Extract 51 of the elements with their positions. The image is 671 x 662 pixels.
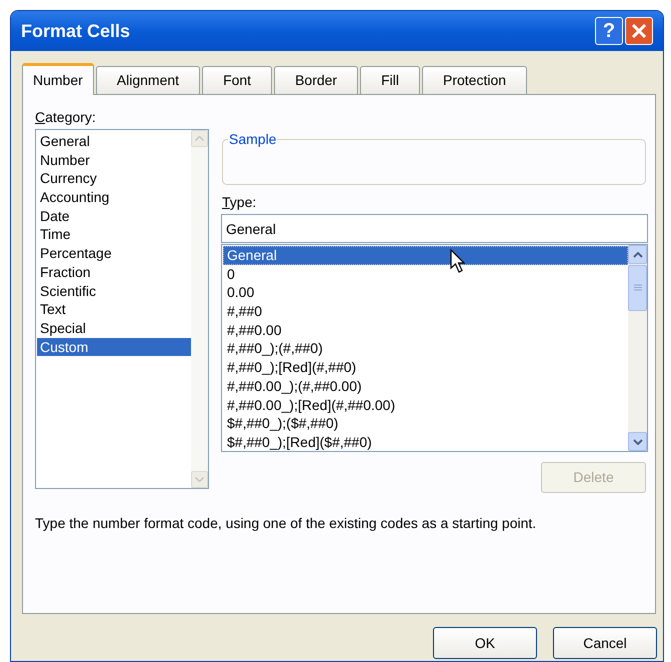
mouse-cursor-icon (450, 249, 466, 274)
tab[interactable]: Fill (360, 66, 420, 94)
scroll-up-button[interactable] (628, 245, 647, 264)
tab[interactable]: Number (22, 63, 94, 95)
type-field[interactable]: General (221, 214, 648, 243)
format-item[interactable]: #,##0_);(#,##0) (223, 339, 628, 358)
close-icon (631, 23, 647, 39)
format-item[interactable]: General (223, 246, 628, 265)
dialog-button[interactable]: OK (433, 627, 537, 659)
grip-icon (634, 284, 642, 292)
type-label: Type: (222, 193, 256, 212)
category-item[interactable]: Accounting (37, 188, 191, 207)
tab[interactable]: Protection (422, 66, 528, 94)
category-item[interactable]: Time (37, 225, 191, 244)
caret-up-icon (632, 252, 642, 258)
category-item[interactable]: Text (37, 300, 191, 319)
format-item[interactable]: 0.00 (223, 283, 628, 302)
tab[interactable]: Alignment (96, 66, 200, 94)
window-title: Format Cells (21, 20, 132, 42)
format-item[interactable]: #,##0.00_);(#,##0.00) (223, 376, 628, 396)
category-list[interactable]: General Number Currency Accounting Date Time Percentage Fraction Scientific Text Special Custom (35, 129, 209, 489)
help-button[interactable]: ? (595, 17, 623, 45)
category-item[interactable]: Percentage (37, 244, 191, 263)
category-label: Category: (35, 108, 96, 127)
caret-down-icon (632, 438, 642, 444)
tab[interactable]: Border (274, 66, 358, 94)
scroll-thumb[interactable] (628, 265, 647, 311)
category-item[interactable]: Date (37, 206, 191, 226)
category-item[interactable]: Currency (37, 169, 191, 188)
category-item[interactable]: General (37, 132, 191, 151)
format-item[interactable]: 0 (223, 264, 628, 284)
format-item[interactable]: #,##0_);[Red](#,##0) (223, 358, 628, 377)
dialog-button[interactable]: Cancel (553, 627, 657, 659)
category-item[interactable]: Custom (37, 338, 191, 356)
format-item[interactable]: #,##0.00 (223, 320, 628, 340)
tab[interactable]: Font (202, 66, 272, 94)
scroll-down-button[interactable] (628, 432, 647, 451)
format-item[interactable]: #,##0 (223, 302, 628, 321)
format-item[interactable]: $#,##0_);($#,##0) (223, 414, 628, 433)
format-list[interactable]: General 0 0.00 #,##0 #,##0.00 #,##0_);(#,##0) #,##0_);[Red](#,##0) #,##0.00_);(#,##0.00) #,##0.00_);[Red](#,##0.00) $#,##0_);($#,##0) $#,##0_);[Red]($#,##0) (221, 244, 648, 452)
category-item[interactable]: Special (37, 318, 191, 338)
caret-down-icon (195, 477, 204, 482)
category-item[interactable]: Number (37, 150, 191, 170)
sample-label: Sample (228, 131, 278, 147)
format-item[interactable]: #,##0.00_);[Red](#,##0.00) (223, 396, 628, 414)
category-item[interactable]: Fraction (37, 262, 191, 282)
caret-up-icon (195, 136, 204, 141)
category-item[interactable]: Scientific (37, 282, 191, 300)
description-text: Type the number format code, using one of the existing codes as a starting point. (35, 514, 536, 533)
close-button[interactable] (625, 17, 653, 45)
format-item[interactable]: $#,##0_);[Red]($#,##0) (223, 432, 628, 451)
